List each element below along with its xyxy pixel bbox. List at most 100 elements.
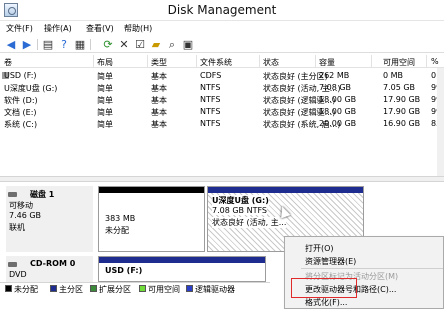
cell-filesystem: NTFS <box>200 95 221 104</box>
unallocated-bar <box>99 187 204 193</box>
cell-layout: 简单 <box>97 84 113 93</box>
cell-type: 基本 <box>151 108 167 117</box>
column-divider[interactable] <box>196 55 197 68</box>
column-divider[interactable] <box>426 55 427 68</box>
back-icon[interactable]: ◀ <box>4 38 18 51</box>
menu-file[interactable]: 文件(F) <box>6 23 33 34</box>
disk-name: CD-ROM 0 <box>30 259 76 268</box>
column-header-capacity[interactable]: 容量 <box>319 57 335 69</box>
cell-free-space: 17.90 GB <box>383 95 421 104</box>
cell-filesystem: NTFS <box>200 107 221 116</box>
toolbar: ◀ ▶ ▤ ? ▦ ⟳ ✕ ☑ ▰ ⌕ ▣ <box>0 36 444 53</box>
table-row[interactable]: 软件 (D:) 简单 基本 NTFS 状态良好 (逻辑驱...) 18.00 G… <box>0 94 444 106</box>
cell-volume: 文档 (E:) <box>4 108 37 117</box>
partition-f-drive[interactable]: USD (F:) <box>98 256 266 282</box>
primary-partition-bar <box>208 187 363 193</box>
legend-label: 未分配 <box>14 285 38 294</box>
toolbar-separator <box>90 39 91 50</box>
cell-free-space: 17.90 GB <box>383 107 421 116</box>
cdrom-0-label[interactable]: CD-ROM 0 DVD <box>6 256 93 282</box>
disk-icon <box>8 192 17 197</box>
menu-item-format[interactable]: 格式化(F)... <box>305 297 347 308</box>
cell-filesystem: CDFS <box>200 71 222 80</box>
cell-capacity: 20.00 GB <box>319 119 357 128</box>
partition-status: 状态良好 (活动, 主... <box>212 217 287 228</box>
column-header-free-space[interactable]: 可用空间 <box>383 57 415 69</box>
cell-capacity: 262 MB <box>319 71 350 80</box>
table-row[interactable]: 系统 (C:) 简单 基本 NTFS 状态良好 (系统, 启...) 20.00… <box>0 118 444 130</box>
cell-filesystem: NTFS <box>200 119 221 128</box>
menu-help[interactable]: 帮助(H) <box>124 23 152 34</box>
search-icon[interactable]: ⌕ <box>165 38 179 51</box>
column-header-layout[interactable]: 布局 <box>97 57 113 69</box>
list-icon[interactable]: ▦ <box>73 38 87 51</box>
settings-icon[interactable]: ▣ <box>181 38 195 51</box>
properties-icon[interactable]: ☑ <box>133 38 147 51</box>
cell-free-space: 0 MB <box>383 71 404 80</box>
column-divider[interactable] <box>259 55 260 68</box>
column-header-type[interactable]: 类型 <box>151 57 167 69</box>
primary-partition-bar <box>99 257 265 263</box>
legend-label: 主分区 <box>59 285 83 294</box>
cell-capacity: 7.08 GB <box>319 83 352 92</box>
refresh-icon[interactable]: ⟳ <box>101 38 115 51</box>
column-header-filesystem[interactable]: 文件系统 <box>200 57 232 69</box>
menu-view[interactable]: 查看(V) <box>86 23 114 34</box>
help-icon[interactable]: ? <box>57 38 71 51</box>
legend-label: 扩展分区 <box>99 285 131 294</box>
legend-label: 逻辑驱动器 <box>195 285 235 294</box>
column-divider[interactable] <box>93 55 94 68</box>
context-menu: 打开(O) 资源管理器(E) 将分区标记为活动分区(M) 更改驱动器号和路径(C… <box>284 236 444 309</box>
table-row[interactable]: 文档 (E:) 简单 基本 NTFS 状态良好 (逻辑驱...) 18.00 G… <box>0 106 444 118</box>
volume-list: 卷 布局 类型 文件系统 状态 容量 可用空间 % USD (F:) 简单 基本… <box>0 55 444 176</box>
console-tree-icon[interactable]: ▤ <box>41 38 55 51</box>
volume-list-scrollbar[interactable] <box>437 68 444 176</box>
legend-swatch <box>50 285 57 292</box>
partition-label: U深度U盘 (G:) <box>212 195 269 206</box>
cell-capacity: 18.00 GB <box>319 107 357 116</box>
folder-icon[interactable]: ▰ <box>149 38 163 51</box>
partition-size: 383 MB <box>105 214 136 223</box>
column-divider[interactable] <box>315 55 316 68</box>
disk-name: 磁盘 1 <box>30 190 55 199</box>
cell-type: 基本 <box>151 120 167 129</box>
cell-layout: 简单 <box>97 120 113 129</box>
volume-list-header: 卷 布局 类型 文件系统 状态 容量 可用空间 % <box>0 55 444 68</box>
menu-separator <box>301 268 443 269</box>
menu-item-explore[interactable]: 资源管理器(E) <box>305 256 356 267</box>
cell-type: 基本 <box>151 72 167 81</box>
cell-free-space: 16.90 GB <box>383 119 421 128</box>
cell-layout: 简单 <box>97 96 113 105</box>
cell-layout: 简单 <box>97 108 113 117</box>
cell-volume: 软件 (D:) <box>4 96 38 105</box>
table-row[interactable]: U深度U盘 (G:) 简单 基本 NTFS 状态良好 (活动, 主...) 7.… <box>0 82 444 94</box>
legend-swatch <box>186 285 193 292</box>
legend-label: 可用空间 <box>148 285 180 294</box>
disk-size: 7.46 GB <box>9 211 42 220</box>
cell-volume: USD (F:) <box>4 71 37 80</box>
partition-unallocated[interactable]: 383 MB 未分配 <box>98 186 205 252</box>
delete-icon[interactable]: ✕ <box>117 38 131 51</box>
cell-type: 基本 <box>151 84 167 93</box>
column-header-status[interactable]: 状态 <box>263 57 279 69</box>
cell-capacity: 18.00 GB <box>319 95 357 104</box>
cell-free-space: 7.05 GB <box>383 83 416 92</box>
menu-item-open[interactable]: 打开(O) <box>305 243 334 254</box>
partition-status: 未分配 <box>105 226 129 235</box>
column-divider[interactable] <box>147 55 148 68</box>
column-header-volume[interactable]: 卷 <box>4 57 12 69</box>
column-divider[interactable] <box>371 55 372 68</box>
table-row[interactable]: USD (F:) 简单 基本 CDFS 状态良好 (主分区) 262 MB 0 … <box>0 70 444 82</box>
window-title: Disk Management <box>167 3 277 17</box>
disk-type: DVD <box>9 270 27 279</box>
disk-1-label[interactable]: 磁盘 1 可移动 7.46 GB 联机 <box>6 186 93 252</box>
format-highlight-box <box>291 278 357 298</box>
legend-swatch <box>139 285 146 292</box>
cell-percent: 0 <box>431 71 437 80</box>
forward-icon[interactable]: ▶ <box>20 38 34 51</box>
menu-action[interactable]: 操作(A) <box>44 23 72 34</box>
toolbar-separator <box>37 39 38 50</box>
partition-size: 7.08 GB NTFS <box>212 206 267 215</box>
legend-swatch <box>5 285 12 292</box>
disk-type: 可移动 <box>9 201 33 210</box>
